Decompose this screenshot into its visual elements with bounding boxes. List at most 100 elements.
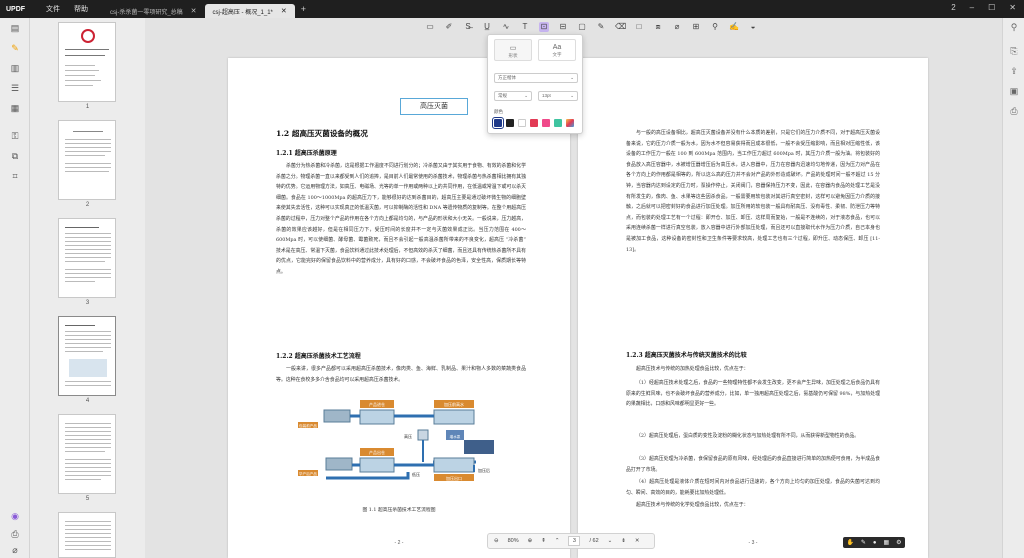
comment-icon[interactable]: ✎ — [9, 42, 21, 54]
share-icon[interactable]: ⇪ — [1008, 66, 1020, 78]
thumbnail-page-1[interactable] — [58, 22, 116, 102]
chevron-down-icon: ⌄ — [570, 93, 574, 98]
settings-icon[interactable]: ⚙ — [896, 539, 901, 546]
diagram-label: 加压前高水 — [444, 401, 464, 407]
attachment-tool-icon[interactable]: ⌀ — [672, 22, 682, 32]
font-weight-select[interactable]: 常规 ⌄ — [494, 91, 532, 101]
color-swatch-green[interactable] — [554, 119, 562, 127]
reader-icon[interactable]: ▤ — [9, 22, 21, 34]
first-page-icon[interactable]: ⇞ — [541, 538, 546, 544]
ai-icon[interactable]: ◉ — [9, 510, 21, 522]
prev-page-icon[interactable]: ⌃ — [555, 538, 560, 544]
thumbnail-page-4[interactable] — [58, 316, 116, 396]
menu-help[interactable]: 帮助 — [74, 4, 88, 14]
diagram-label: 产品进仓 — [369, 401, 385, 407]
eraser-icon[interactable]: ⌫ — [615, 22, 626, 32]
color-label: 颜色 — [494, 109, 503, 114]
thumbnail-page-3[interactable] — [58, 218, 116, 298]
save-icon[interactable]: ▣ — [1008, 86, 1020, 98]
university-seal-icon — [81, 29, 95, 43]
shape-icon[interactable]: □ — [634, 22, 644, 32]
protect-icon[interactable]: ⚿ — [9, 130, 21, 142]
sticky-note-icon[interactable]: ▢ — [577, 22, 587, 32]
stamp-icon[interactable]: ⧉ — [9, 150, 21, 162]
page-3: 与一般的高压设备相比，超高压灭菌设备并没有什么本质的差别，只是它们的压力介质不同… — [578, 58, 928, 558]
minimize-icon[interactable]: – — [970, 3, 974, 12]
font-size-select[interactable]: 13pt ⌄ — [538, 91, 578, 101]
close-icon[interactable]: ✕ — [281, 7, 287, 15]
thumbnail-page-6[interactable] — [58, 512, 116, 558]
print-icon[interactable]: ⎙ — [1008, 106, 1020, 118]
ocr-icon[interactable]: ⌗ — [9, 170, 21, 182]
last-page-icon[interactable]: ⇟ — [621, 538, 626, 544]
text-callout-icon[interactable]: ⊟ — [558, 22, 568, 32]
next-page-icon[interactable]: ⌄ — [608, 538, 613, 544]
subsection-heading: 1.2.2 超高压杀菌技术工艺流程 — [276, 353, 361, 360]
comment-toolbar: ▭ ✐ S̶ U̲ ∿ T ⊡ ⊟ ▢ ✎ ⌫ □ ⧈ ⌀ ⊞ ⚲ ✍ ◒ — [425, 18, 758, 36]
chevron-down-icon: ⌄ — [570, 75, 574, 80]
text-box-icon[interactable]: ⊡ — [539, 22, 549, 32]
thumbnail-page-2[interactable] — [58, 120, 116, 200]
form-icon[interactable]: ☰ — [9, 82, 21, 94]
attachment-icon[interactable]: ⌀ — [9, 544, 21, 556]
mic-icon[interactable]: ● — [873, 540, 877, 546]
tab-label: csj-杀杀菌一零项研究_总稿 — [110, 9, 183, 16]
color-swatch-red[interactable] — [530, 119, 538, 127]
diagram-label: 高压 — [404, 433, 412, 439]
process-flow-diagram: 产品进仓 包装前产品 加压前高水 产品出仓 华产后产品 高压 增水泵 加压出口 … — [298, 400, 494, 481]
title-bar: UPDF 文件 帮助 csj-杀杀菌一零项研究_总稿 ✕ csj-超高压 - 概况… — [0, 0, 1024, 18]
color-swatch-pink[interactable] — [542, 119, 550, 127]
search-icon[interactable]: ⚲ — [1008, 22, 1020, 34]
thumbnail-page-5[interactable] — [58, 414, 116, 494]
bookmark-icon[interactable]: ⎙ — [9, 528, 21, 540]
window-controls: 2 – ☐ ✕ — [951, 3, 1016, 12]
link-icon[interactable]: ⚲ — [710, 22, 720, 32]
color-swatch-white[interactable] — [518, 119, 526, 127]
menu-file[interactable]: 文件 — [46, 4, 60, 14]
thumbnail-number: 2 — [85, 202, 90, 208]
add-tab-icon[interactable]: + — [301, 4, 306, 14]
edit-icon[interactable]: ▥ — [9, 62, 21, 74]
diagram-label: 低压 — [412, 471, 420, 477]
stamp-tool-icon[interactable]: ⧈ — [653, 22, 663, 32]
mode-shape-button[interactable]: ▭ 形状 — [494, 39, 532, 61]
zoom-in-icon[interactable]: ⊕ — [528, 538, 533, 544]
signature-icon[interactable]: ✍ — [729, 22, 739, 32]
text-box-annotation[interactable]: 高压灭菌 — [400, 98, 468, 115]
zoom-out-icon[interactable]: ⊖ — [494, 538, 499, 544]
diagram-label: 华产后产品 — [299, 471, 317, 476]
close-icon[interactable]: ✕ — [191, 7, 197, 15]
color-swatch-navy[interactable] — [492, 117, 504, 129]
zoom-value[interactable]: 80% — [508, 538, 519, 544]
color-swatch-black[interactable] — [506, 119, 514, 127]
mode-text-button[interactable]: Aa 文字 — [538, 39, 576, 61]
highlight-icon[interactable]: ✐ — [444, 22, 454, 32]
color-picker-swatch[interactable] — [566, 119, 574, 127]
squiggly-icon[interactable]: ∿ — [501, 22, 511, 32]
underline-icon[interactable]: U̲ — [482, 22, 492, 32]
pencil-icon[interactable]: ✎ — [596, 22, 606, 32]
more-icon[interactable]: ◒ — [748, 22, 758, 32]
tab-document-2[interactable]: csj-超高压 - 概况_1_1* ✕ — [204, 4, 295, 18]
subsection-heading: 1.2.1 超高压杀菌原理 — [276, 150, 337, 157]
strikethrough-icon[interactable]: S̶ — [463, 22, 473, 32]
maximize-icon[interactable]: ☐ — [988, 3, 995, 12]
paragraph: 一般来讲，很多产品都可以采用超高压杀菌技术，像肉类、鱼、海鲜、乳制品、果汁和物人… — [276, 366, 526, 383]
grid-icon[interactable]: ▦ — [883, 539, 889, 546]
tab-document-1[interactable]: csj-杀杀菌一零项研究_总稿 ✕ — [102, 4, 205, 18]
text-properties-popup: ▭ 形状 Aa 文字 方正楷体 ⌄ 常规 ⌄ 13pt ⌄ 颜色 — [487, 34, 583, 134]
page-input[interactable]: 3 — [568, 536, 581, 546]
export-icon[interactable]: ⎘ — [1008, 46, 1020, 58]
font-family-select[interactable]: 方正楷体 ⌄ — [494, 73, 578, 83]
pen-icon[interactable]: ✎ — [861, 539, 866, 546]
diagram-label: 加压出口 — [446, 475, 462, 481]
paragraph: 超高压技术与传统的化学处理食品比较，优点在于： — [636, 502, 749, 508]
hand-icon[interactable]: ✋ — [846, 539, 853, 546]
comment-note-icon[interactable]: ▭ — [425, 22, 435, 32]
close-window-icon[interactable]: ✕ — [1009, 3, 1016, 12]
text-tool-icon[interactable]: T — [520, 22, 530, 32]
font-value: 方正楷体 — [498, 75, 516, 80]
close-bar-icon[interactable]: ✕ — [635, 538, 640, 544]
organize-icon[interactable]: ▦ — [9, 102, 21, 114]
measure-icon[interactable]: ⊞ — [691, 22, 701, 32]
